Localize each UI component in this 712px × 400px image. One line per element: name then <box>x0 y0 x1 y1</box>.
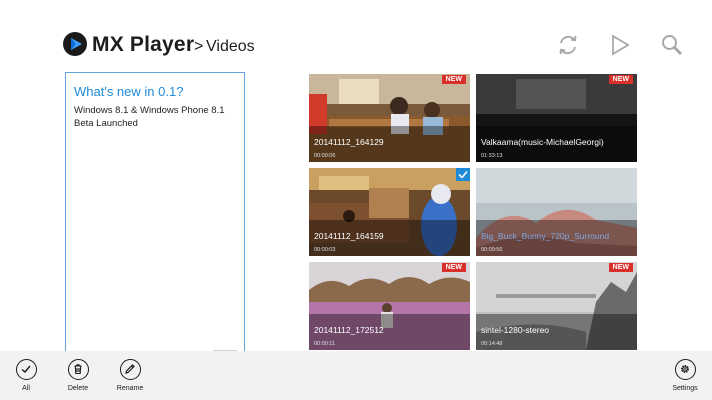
settings-label: Settings <box>672 385 698 392</box>
video-name: Big_Buck_Bunny_720p_Surround <box>481 231 610 241</box>
new-badge: NEW <box>608 263 633 272</box>
app-title: MX Player <box>92 33 195 56</box>
rename-label: Rename <box>116 385 144 392</box>
video-duration: 01:33:13 <box>481 153 503 159</box>
gear-icon <box>674 359 696 380</box>
video-name: Valkaama(music-MichaelGeorgi) <box>481 137 604 147</box>
app-bar: All Delete Rename Settings <box>0 351 712 400</box>
video-duration: 00:00:06 <box>314 153 336 159</box>
video-duration: 00:09:56 <box>481 247 503 253</box>
whats-new-title: What's new in 0.1? <box>74 84 184 99</box>
search-icon[interactable] <box>660 33 684 57</box>
check-icon <box>15 359 37 380</box>
delete-button[interactable]: Delete <box>58 359 98 392</box>
new-badge: NEW <box>608 75 633 84</box>
video-tile[interactable]: 20141112_172512 00:00:11 NEW <box>309 262 470 350</box>
whats-new-panel: What's new in 0.1? Windows 8.1 & Windows… <box>65 72 245 354</box>
settings-button[interactable]: Settings <box>665 359 705 392</box>
select-all-label: All <box>22 385 30 392</box>
video-duration: 00:00:03 <box>314 247 336 253</box>
video-tile[interactable]: sintel-1280-stereo 00:14:48 NEW <box>476 262 637 350</box>
video-duration: 00:00:11 <box>314 341 336 347</box>
video-name: sintel-1280-stereo <box>481 325 550 335</box>
breadcrumb-separator: > <box>194 38 204 55</box>
pencil-icon <box>119 359 141 380</box>
new-badge: NEW <box>441 75 466 84</box>
whats-new-body: Windows 8.1 & Windows Phone 8.1 Beta Lau… <box>74 105 225 129</box>
trash-icon <box>67 359 89 380</box>
video-tile-selected[interactable]: 20141112_164159 00:00:03 <box>309 168 470 256</box>
rename-button[interactable]: Rename <box>110 359 150 392</box>
video-tile[interactable]: Big_Buck_Bunny_720p_Surround 00:09:56 <box>476 168 637 256</box>
page-title[interactable]: Videos <box>206 38 255 56</box>
mx-player-logo-icon <box>63 32 87 56</box>
select-all-button[interactable]: All <box>6 359 46 392</box>
video-name: 20141112_172512 <box>314 325 384 335</box>
delete-label: Delete <box>67 385 89 392</box>
video-duration: 00:14:48 <box>481 341 503 347</box>
video-tile[interactable]: Valkaama(music-MichaelGeorgi) 01:33:13 N… <box>476 74 637 162</box>
new-badge: NEW <box>441 263 466 272</box>
refresh-icon[interactable] <box>556 33 580 57</box>
play-icon[interactable] <box>608 33 632 57</box>
video-name: 20141112_164129 <box>314 137 384 147</box>
video-name: 20141112_164159 <box>314 231 384 241</box>
selection-check-icon <box>456 168 470 181</box>
video-tile[interactable]: 20141112_164129 00:00:06 NEW <box>309 74 470 162</box>
